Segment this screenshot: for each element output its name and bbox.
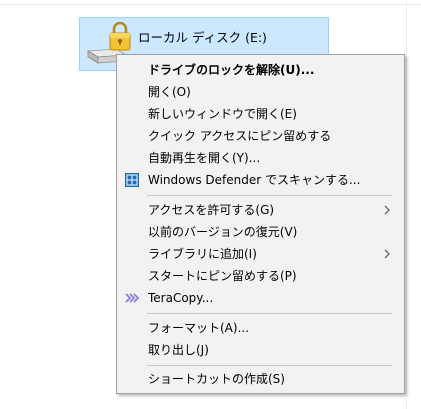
- menu-item-open[interactable]: 開く(O): [117, 81, 404, 103]
- menu-item-defender-scan[interactable]: Windows Defender でスキャンする...: [117, 169, 404, 191]
- windows-defender-icon: [125, 173, 139, 187]
- menu-item-label: ショートカットの作成(S): [148, 372, 285, 386]
- menu-item-pin-to-start[interactable]: スタートにピン留めする(P): [117, 265, 404, 287]
- menu-item-unlock-drive[interactable]: ドライブのロックを解除(U)...: [117, 59, 404, 81]
- menu-item-label: 新しいウィンドウで開く(E): [148, 107, 297, 121]
- menu-item-eject[interactable]: 取り出し(J): [117, 339, 404, 361]
- menu-item-label: 以前のバージョンの復元(V): [148, 225, 298, 239]
- menu-item-label: スタートにピン留めする(P): [148, 269, 297, 283]
- menu-separator: [147, 195, 392, 196]
- context-menu: ドライブのロックを解除(U)... 開く(O) 新しいウィンドウで開く(E) ク…: [116, 54, 405, 394]
- menu-item-label: フォーマット(A)...: [148, 321, 250, 335]
- menu-item-label: Windows Defender でスキャンする...: [148, 173, 361, 187]
- menu-item-label: 開く(O): [148, 85, 191, 99]
- menu-item-give-access[interactable]: アクセスを許可する(G): [117, 199, 404, 221]
- chevron-right-icon: [384, 249, 390, 259]
- menu-item-label: クイック アクセスにピン留めする: [148, 129, 332, 143]
- menu-item-label: アクセスを許可する(G): [148, 203, 275, 217]
- menu-item-open-new-window[interactable]: 新しいウィンドウで開く(E): [117, 103, 404, 125]
- menu-item-label: TeraCopy...: [148, 291, 214, 305]
- chevron-right-icon: [384, 205, 390, 215]
- menu-separator: [147, 365, 392, 366]
- menu-item-create-shortcut[interactable]: ショートカットの作成(S): [117, 368, 404, 390]
- menu-item-open-autoplay[interactable]: 自動再生を開く(Y)...: [117, 147, 404, 169]
- teracopy-icon: [125, 293, 140, 303]
- right-divider: [406, 0, 407, 409]
- top-divider: [0, 4, 421, 5]
- menu-separator: [147, 313, 392, 314]
- drive-label: ローカル ディスク (E:): [138, 30, 267, 45]
- menu-item-label: 自動再生を開く(Y)...: [148, 151, 261, 165]
- menu-item-label: ドライブのロックを解除(U)...: [148, 63, 315, 77]
- menu-item-label: ライブラリに追加(I): [148, 247, 257, 261]
- menu-item-format[interactable]: フォーマット(A)...: [117, 317, 404, 339]
- menu-item-teracopy[interactable]: TeraCopy...: [117, 287, 404, 309]
- menu-item-add-to-library[interactable]: ライブラリに追加(I): [117, 243, 404, 265]
- menu-item-pin-quick-access[interactable]: クイック アクセスにピン留めする: [117, 125, 404, 147]
- menu-item-label: 取り出し(J): [148, 343, 209, 357]
- explorer-view: ローカル ディスク (E:) ドライブのロックを解除(U)... 開く(O) 新…: [0, 0, 421, 409]
- menu-item-restore-previous[interactable]: 以前のバージョンの復元(V): [117, 221, 404, 243]
